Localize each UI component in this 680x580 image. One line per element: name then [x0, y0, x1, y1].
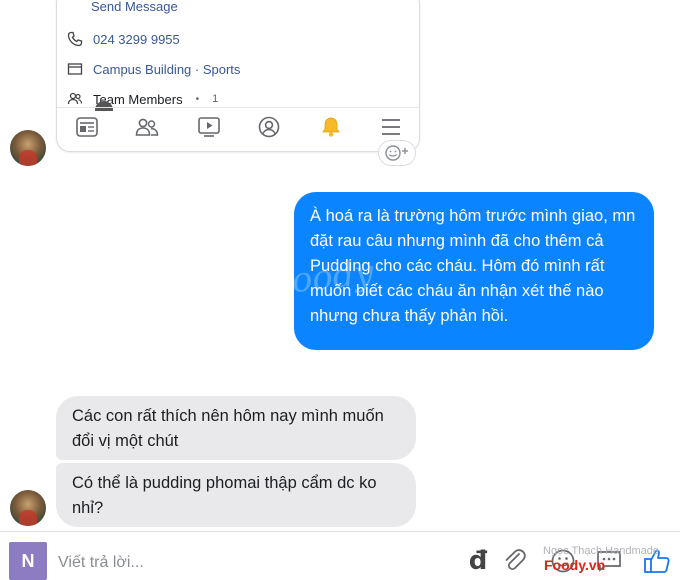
feed-icon[interactable]: [75, 115, 99, 139]
phone-number[interactable]: 024 3299 9955: [93, 32, 180, 47]
attach-button[interactable]: [500, 546, 530, 576]
foody-logo: Foody.vn: [544, 557, 606, 573]
card-tab-bar: [57, 115, 419, 141]
contact-avatar[interactable]: [10, 130, 46, 166]
incoming-message-text: Có thể là pudding phomai thập cẩm dc ko …: [72, 474, 377, 517]
team-members-row[interactable]: Team Members • 1: [67, 91, 218, 107]
category-row[interactable]: Campus Building · Sports: [67, 61, 240, 77]
incoming-message-bubble: Có thể là pudding phomai thập cẩm dc ko …: [56, 463, 416, 527]
user-avatar[interactable]: N: [9, 542, 47, 580]
add-reaction-button[interactable]: [378, 140, 416, 166]
incoming-message-bubble: Các con rất thích nên hôm nay mình muốn …: [56, 396, 416, 460]
video-icon[interactable]: [197, 115, 221, 139]
card-divider: [57, 107, 419, 108]
currency-button[interactable]: đ: [463, 546, 493, 576]
team-members-count: 1: [212, 93, 219, 105]
page-flag-icon: [67, 61, 83, 77]
smiley-plus-icon: [385, 145, 408, 161]
contact-avatar[interactable]: [10, 490, 46, 526]
profile-icon[interactable]: [257, 115, 281, 139]
dong-icon: đ: [468, 546, 488, 576]
menu-icon[interactable]: [379, 115, 403, 139]
phone-row[interactable]: 024 3299 9955: [67, 31, 180, 47]
phone-icon: [67, 31, 83, 47]
send-message-link[interactable]: Send Message: [91, 0, 178, 14]
category-link[interactable]: Campus Building · Sports: [93, 62, 240, 77]
separator-dot: •: [195, 93, 200, 105]
bell-icon[interactable]: [319, 115, 343, 139]
people-icon[interactable]: [135, 115, 159, 139]
incoming-message-text: Các con rất thích nên hôm nay mình muốn …: [72, 407, 384, 450]
paperclip-icon: [505, 549, 526, 571]
outgoing-message-text: À hoá ra là trường hôm trước mình giao, …: [310, 207, 636, 325]
shared-page-card[interactable]: Send Message 024 3299 9955 Campus Buildi…: [56, 0, 420, 152]
shop-name-watermark: Ngọc Thạch Handmade: [543, 545, 659, 557]
outgoing-message-bubble: À hoá ra là trường hôm trước mình giao, …: [294, 192, 654, 350]
reply-input[interactable]: [58, 550, 438, 576]
send-message-row[interactable]: Send Message: [91, 0, 178, 14]
team-members-icon: [67, 91, 83, 107]
